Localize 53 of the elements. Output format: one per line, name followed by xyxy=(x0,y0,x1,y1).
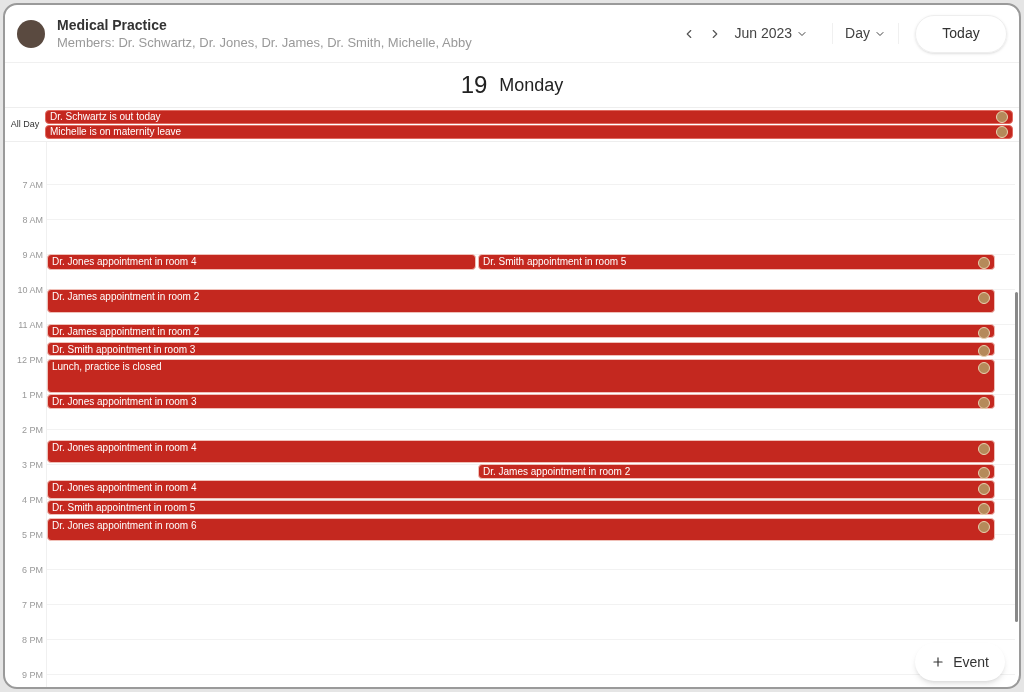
avatar-icon xyxy=(978,292,990,304)
hour-label: 11 AM xyxy=(17,319,43,332)
hour-label: 1 PM xyxy=(21,389,43,402)
avatar-icon xyxy=(978,397,990,409)
avatar-icon xyxy=(978,257,990,269)
plus-icon xyxy=(931,655,946,669)
day-number: 19 xyxy=(460,70,488,100)
hour-label: 4 PM xyxy=(21,494,43,507)
avatar-icon xyxy=(978,327,990,339)
weekday-label: Monday xyxy=(499,73,564,97)
hour-label: 2 PM xyxy=(21,424,43,437)
event-block[interactable]: Lunch, practice is closed xyxy=(47,359,995,393)
avatar-icon xyxy=(978,482,990,495)
event-block[interactable]: Dr. James appointment in room 2 xyxy=(47,289,995,313)
event-block[interactable]: Dr. James appointment in room 2 xyxy=(478,464,995,479)
all-day-event[interactable]: Dr. Schwartz is out today xyxy=(45,110,1013,124)
calendar-title: Medical Practice xyxy=(57,15,168,34)
hour-label: 3 PM xyxy=(21,459,43,472)
event-block[interactable]: Dr. James appointment in room 2 xyxy=(47,324,995,338)
event-block[interactable]: Dr. Smith appointment in room 5 xyxy=(478,254,995,270)
event-block[interactable]: Dr. Jones appointment in room 4 xyxy=(47,439,995,463)
avatar-icon xyxy=(978,344,990,357)
event-block[interactable]: Dr. Smith appointment in room 5 xyxy=(47,500,995,516)
hour-label: 7 AM xyxy=(21,179,43,192)
members-list: Members: Dr. Schwartz, Dr. Jones, Dr. James, Dr. Smith, Michelle, Abby xyxy=(57,33,472,52)
event-block[interactable]: Dr. Jones appointment in room 4 xyxy=(47,479,995,499)
all-day-label: All Day xyxy=(9,117,41,131)
avatar-icon xyxy=(996,111,1008,123)
hour-label: 7 PM xyxy=(21,599,43,612)
hour-label: 5 PM xyxy=(21,529,43,542)
event-block[interactable]: Dr. Jones appointment in room 3 xyxy=(47,394,995,410)
event-block[interactable]: Dr. Jones appointment in room 6 xyxy=(47,517,995,541)
avatar-icon xyxy=(978,442,990,455)
avatar-icon xyxy=(978,520,990,533)
avatar-icon xyxy=(978,362,990,374)
avatar-icon xyxy=(978,503,990,516)
month-dropdown[interactable]: Jun 2023 xyxy=(730,23,813,44)
hour-label: 12 PM xyxy=(16,354,43,367)
view-dropdown[interactable]: Day xyxy=(832,23,899,44)
hour-label: 6 PM xyxy=(21,564,43,577)
hour-label: 10 AM xyxy=(16,284,43,297)
avatar-icon xyxy=(996,126,1008,138)
avatar-icon xyxy=(978,467,990,479)
event-block[interactable]: Dr. Smith appointment in room 3 xyxy=(47,341,995,357)
hour-label: 9 PM xyxy=(21,669,43,682)
hour-label: 9 AM xyxy=(21,249,43,262)
all-day-event[interactable]: Michelle is on maternity leave xyxy=(45,125,1013,139)
add-event-button[interactable]: Event xyxy=(915,643,1005,681)
hour-label: 8 PM xyxy=(21,634,43,647)
scrollbar[interactable] xyxy=(1015,292,1018,622)
event-block[interactable]: Dr. Jones appointment in room 4 xyxy=(47,254,476,270)
hour-label: 8 AM xyxy=(21,214,43,227)
group-avatar xyxy=(17,19,45,48)
